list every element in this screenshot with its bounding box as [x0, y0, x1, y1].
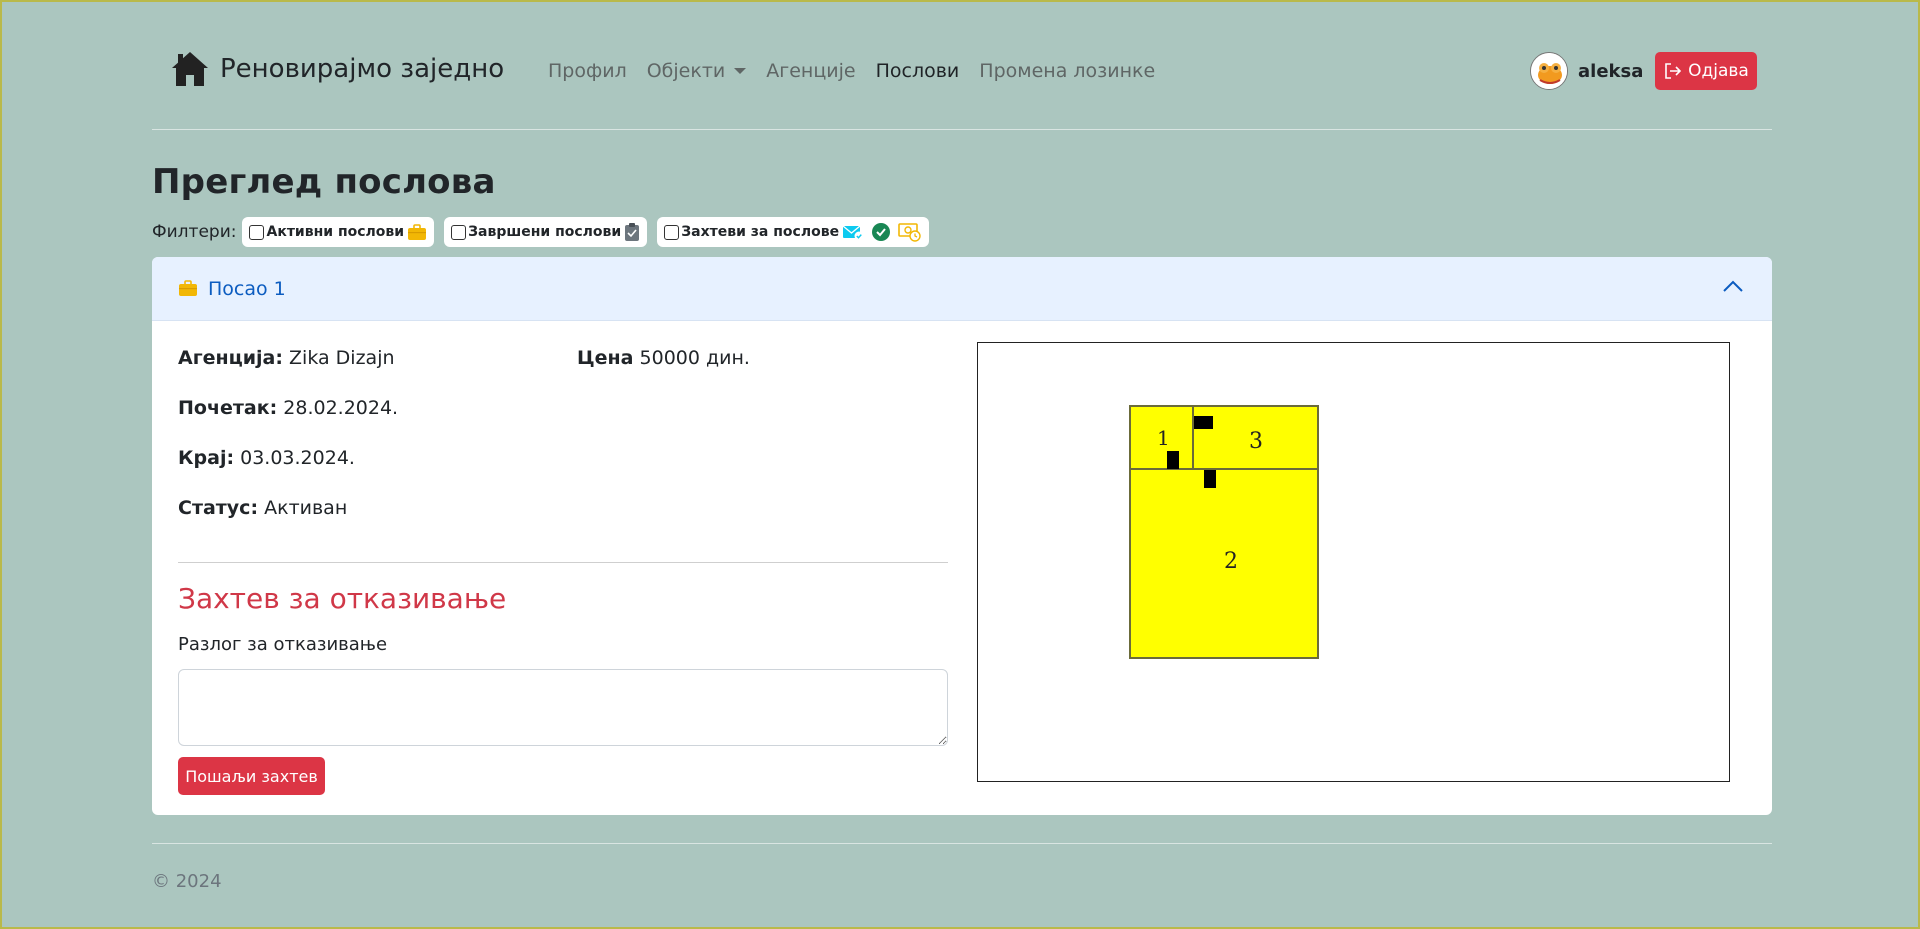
filter-active-jobs-checkbox[interactable] [249, 224, 265, 240]
cancel-reason-input[interactable] [178, 669, 948, 746]
house-icon [172, 52, 208, 86]
brand-text: Реновирајмо заједно [220, 54, 505, 84]
job-price-label: Цена [577, 347, 634, 369]
envelope-check-icon [842, 225, 864, 241]
job-agency: Агенција: Zika Dizajn [178, 347, 395, 369]
nav-link-jobs[interactable]: Послови [876, 60, 960, 82]
filter-finished-jobs-checkbox[interactable] [451, 224, 467, 240]
logout-icon [1665, 63, 1682, 79]
filter-finished-jobs-label: Завршени послови [468, 224, 622, 240]
filter-job-requests-checkbox[interactable] [664, 224, 680, 240]
filters-bar: Филтери: Активни послови Завршени послов… [152, 217, 939, 247]
room-label-1: 1 [1157, 426, 1170, 450]
filter-finished-jobs[interactable]: Завршени послови [444, 217, 648, 247]
job-status: Статус: Активан [178, 497, 347, 519]
page-title: Преглед послова [152, 162, 496, 202]
navbar: Реновирајмо заједно Профил Објекти Агенц… [152, 48, 1772, 94]
door-icon [1204, 470, 1216, 488]
nav-link-objects-label: Објекти [646, 60, 726, 82]
room-label-2: 2 [1224, 549, 1238, 574]
footer-divider [152, 843, 1772, 844]
filter-job-requests-label: Захтеви за послове [681, 224, 840, 240]
briefcase-icon [408, 223, 427, 240]
job-price: Цена 50000 дин. [577, 347, 750, 369]
logout-button[interactable]: Одјава [1655, 52, 1757, 90]
floorplan-canvas: 1 2 3 [977, 342, 1730, 782]
job-end: Крај: 03.03.2024. [178, 447, 355, 469]
nav-link-change-password[interactable]: Промена лозинке [979, 60, 1155, 82]
job-card: Посао 1 Агенција: Zika Dizajn Цена 50000… [152, 257, 1772, 815]
job-end-label: Крај: [178, 447, 235, 469]
filters-label: Филтери: [152, 222, 237, 242]
clipboard-check-icon [625, 223, 640, 241]
job-end-value: 03.03.2024. [240, 447, 355, 469]
job-price-value: 50000 дин. [639, 347, 750, 369]
job-agency-label: Агенција: [178, 347, 283, 369]
avatar [1530, 52, 1568, 90]
cancel-reason-label: Разлог за отказивање [178, 634, 388, 655]
nav-links: Профил Објекти Агенције Послови Промена … [548, 60, 1175, 82]
send-request-button[interactable]: Пошаљи захтев [178, 757, 325, 795]
username: aleksa [1578, 60, 1644, 82]
check-circle-icon [872, 223, 891, 241]
briefcase-icon [179, 280, 197, 296]
filter-job-requests[interactable]: Захтеви за послове [657, 217, 930, 247]
caret-down-icon [734, 68, 747, 74]
job-accordion-header[interactable]: Посао 1 [152, 257, 1772, 321]
chevron-up-icon[interactable] [1722, 279, 1744, 293]
nav-link-agencies[interactable]: Агенције [766, 60, 855, 82]
filter-active-jobs-label: Активни послови [266, 224, 405, 240]
nav-link-objects[interactable]: Објекти [647, 60, 747, 82]
job-start: Почетак: 28.02.2024. [178, 397, 398, 419]
job-status-label: Статус: [178, 497, 259, 519]
logout-label: Одјава [1688, 61, 1749, 81]
cash-pending-icon [898, 223, 921, 242]
job-status-value: Активан [264, 497, 348, 519]
user-profile[interactable]: aleksa [1530, 52, 1643, 90]
cancel-request-title: Захтев за отказивање [178, 582, 507, 615]
brand[interactable]: Реновирајмо заједно [170, 50, 504, 88]
floorplan-drawing: 1 2 3 [1129, 405, 1319, 659]
room-label-3: 3 [1249, 429, 1263, 454]
section-divider [178, 562, 948, 563]
job-agency-value: Zika Dizajn [289, 347, 395, 369]
nav-link-profile[interactable]: Профил [548, 60, 627, 82]
door-icon [1167, 451, 1179, 469]
job-start-label: Почетак: [178, 397, 278, 419]
door-icon [1194, 416, 1213, 429]
filter-active-jobs[interactable]: Активни послови [242, 217, 435, 247]
job-title: Посао 1 [208, 277, 286, 300]
avatar-cat-icon [1531, 53, 1567, 89]
job-start-value: 28.02.2024. [283, 397, 399, 419]
header-divider [152, 129, 1772, 130]
copyright: © 2024 [152, 871, 222, 892]
